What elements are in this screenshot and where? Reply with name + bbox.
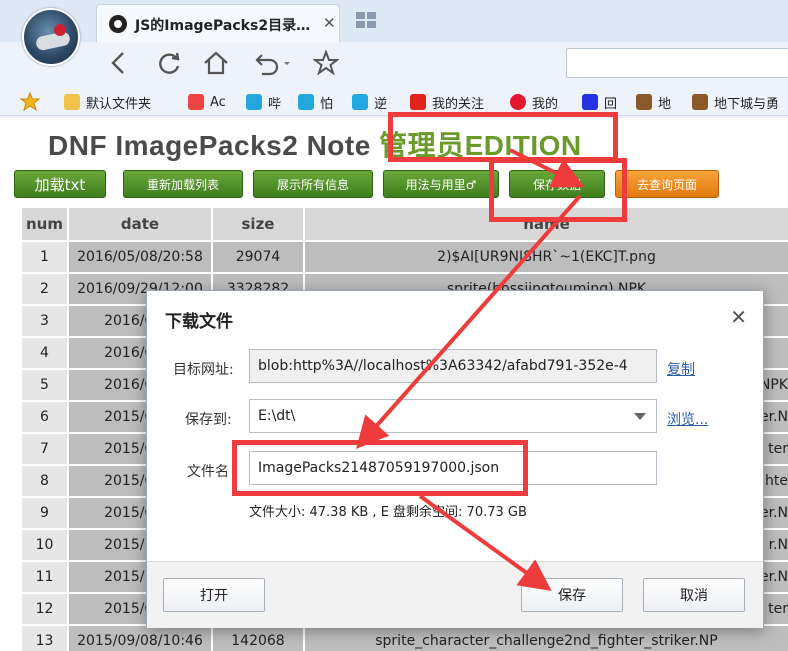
table-row[interactable]: 13 2015/09/08/10:46 142068 sprite_character… [20,624,788,651]
browse-link[interactable]: 浏览... [667,409,708,429]
save-button[interactable]: 保存 [521,578,623,612]
cell-date: 2016/05/08/20:58 [67,240,213,274]
save-to-select[interactable]: E:\dt\ [249,399,657,433]
bookmark-dnf-2[interactable]: 地下城与勇 [692,92,779,112]
dialog-footer: 打开 保存 取消 [147,561,763,628]
open-button[interactable]: 打开 [163,578,265,612]
bookmark-baidu[interactable]: 回 [582,92,617,112]
tab-title: JS的ImagePacks2目录… [135,18,311,34]
column-header-size[interactable]: size [211,206,305,242]
cell-num: 11 [20,560,69,594]
column-header-num[interactable]: num [20,206,69,242]
cell-num: 2 [20,272,69,306]
tab-grid-icon[interactable] [356,12,376,28]
cell-num: 4 [20,336,69,370]
bookmark-dnf-1[interactable]: 地 [636,92,671,112]
dialog-close-icon[interactable]: ✕ [730,305,747,329]
table-row[interactable]: 1 2016/05/08/20:58 29074 2)$AI[UR9NI8HR`~1(… [20,240,788,274]
bookmark-bilibili-1[interactable]: 哔 [246,92,281,112]
cell-num: 7 [20,432,69,466]
bilibili-icon [246,94,262,110]
cell-num: 9 [20,496,69,530]
query-page-button[interactable]: 去查询页面 [615,170,719,198]
cell-num: 12 [20,592,69,626]
baidu-paw-icon [582,94,598,110]
cell-num: 13 [20,624,69,651]
dialog-title: 下载文件 [165,312,233,332]
bookmark-acfun[interactable]: Ac [188,92,226,112]
cell-name: sprite_character_challenge2nd_fighter_st… [303,624,788,651]
cell-size: 29074 [211,240,305,274]
copy-link[interactable]: 复制 [667,359,695,379]
cell-num: 6 [20,400,69,434]
cell-num: 1 [20,240,69,274]
cell-num: 5 [20,368,69,402]
annotation-box-edition [388,112,618,162]
cell-num: 10 [20,528,69,562]
filename-label: 文件名 [187,464,229,480]
tab-close-icon[interactable]: ✕ [323,14,336,32]
annotation-box-save-data [489,158,627,222]
github-icon [109,15,127,33]
back-icon[interactable] [108,50,128,81]
show-all-button[interactable]: 展示所有信息 [253,170,373,198]
acfun-icon [188,94,204,110]
cell-name: 2)$AI[UR9NI8HR`~1(EKC]T.png [303,240,788,274]
bookmark-star-icon[interactable] [20,92,40,112]
home-icon[interactable] [202,50,230,81]
save-to-value: E:\dt\ [258,408,296,424]
file-info-text: 文件大小: 47.38 KB , E 盘剩余空间: 70.73 GB [249,505,527,520]
url-label: 目标网址: [173,362,234,378]
toolbar: 加载txt 重新加载列表 展示所有信息 用法与用里♂ 保存数据 去查询页面 [0,168,788,198]
reload-list-button[interactable]: 重新加载列表 [123,170,243,198]
column-header-date[interactable]: date [67,206,213,242]
save-to-label: 保存到: [185,412,232,428]
bookmark-default-folder[interactable]: 默认文件夹 [64,92,151,112]
bilibili-icon [298,94,314,110]
bilibili-icon [352,94,368,110]
browser-chrome: JS的ImagePacks2目录… ✕ 默认文件夹 Ac 哔 怕 逆 我的关注 … [0,0,788,118]
annotation-box-filename [232,440,528,496]
bookmark-bilibili-2[interactable]: 怕 [298,92,333,112]
cell-num: 3 [20,304,69,338]
chevron-down-icon [634,413,646,420]
cell-date: 2015/09/08/10:46 [67,624,213,651]
folder-icon [64,94,80,110]
bookmark-bilibili-3[interactable]: 逆 [352,92,387,112]
weibo-icon [510,94,526,110]
undo-icon[interactable] [252,50,294,81]
usage-button[interactable]: 用法与用里♂ [383,170,499,198]
address-bar[interactable] [566,48,788,78]
bookmark-jd[interactable]: 我的关注 [410,92,484,112]
favorite-star-icon[interactable] [312,49,340,81]
jd-icon [410,94,426,110]
bookmark-weibo[interactable]: 我的 [510,92,558,112]
dnf-icon [692,94,708,110]
cell-size: 142068 [211,624,305,651]
cell-num: 8 [20,464,69,498]
load-txt-button[interactable]: 加载txt [14,170,106,198]
table-header-row: num date size name [20,206,788,242]
url-field[interactable]: blob:http%3A//localhost%3A63342/afabd791… [249,349,657,383]
browser-tab[interactable]: JS的ImagePacks2目录… ✕ [96,4,340,42]
cancel-button[interactable]: 取消 [643,578,745,612]
refresh-icon[interactable] [156,50,182,81]
dnf-icon [636,94,652,110]
